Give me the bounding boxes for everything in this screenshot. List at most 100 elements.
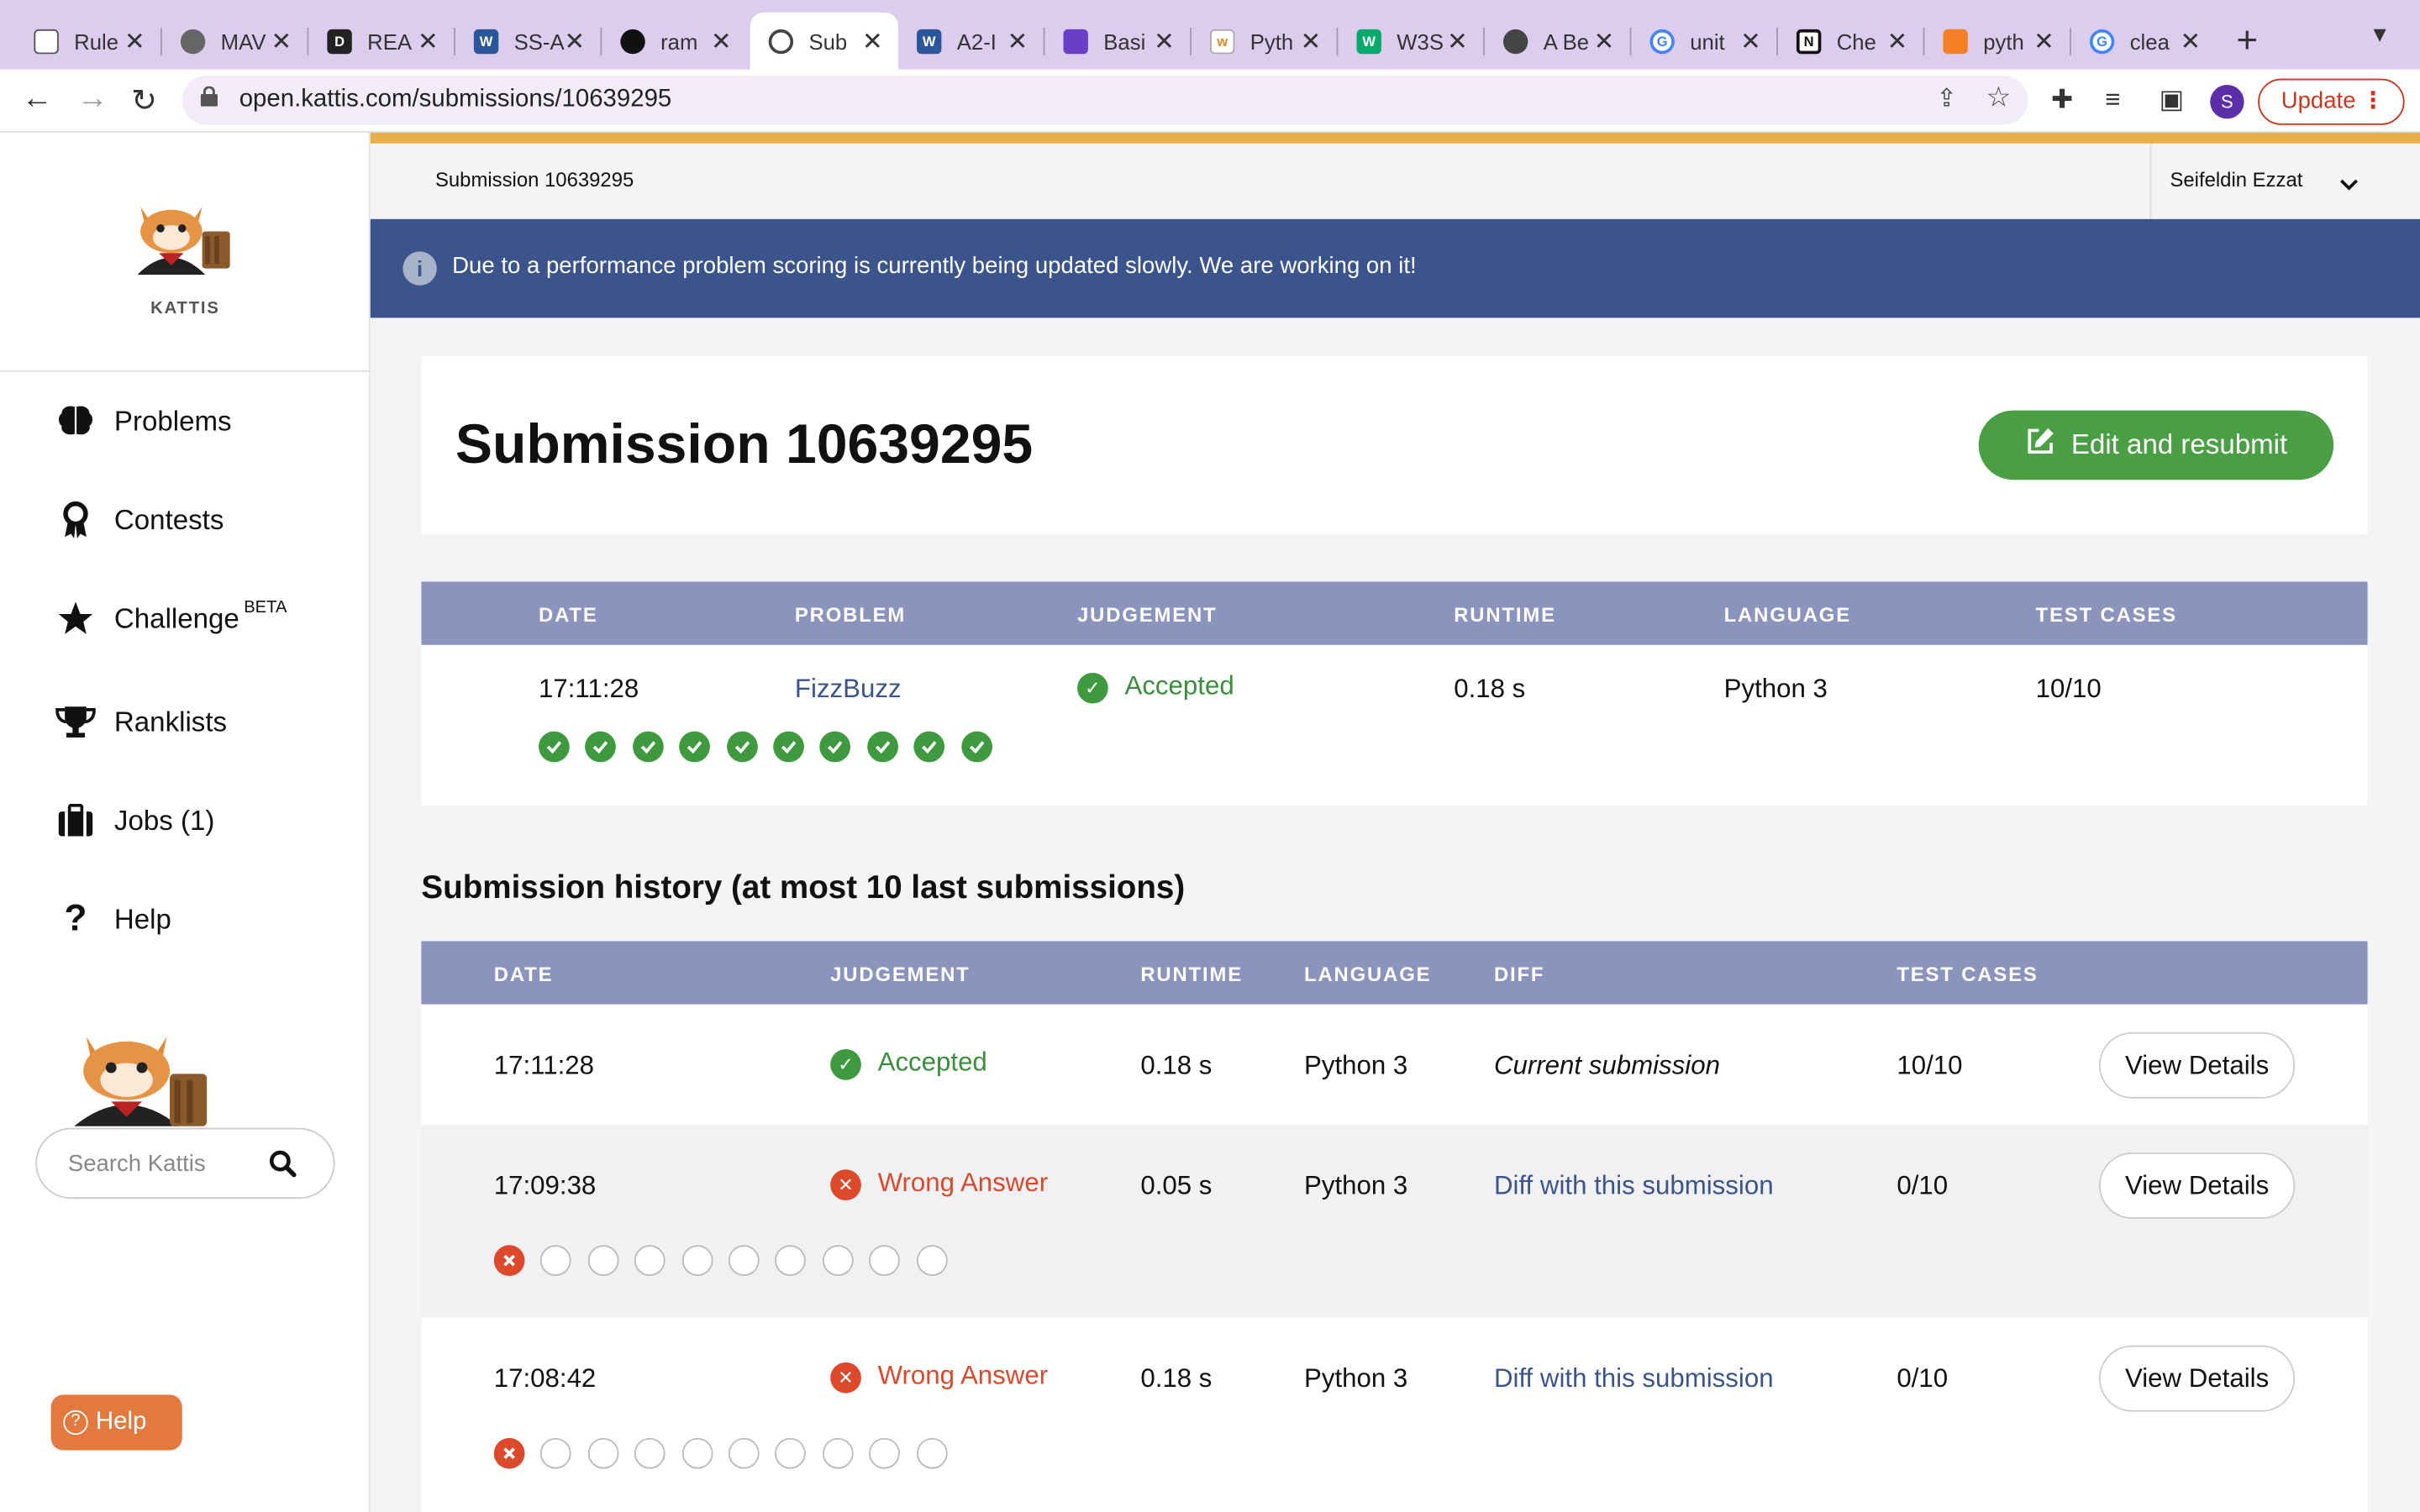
test-cases-count: 10/10 — [2035, 674, 2102, 704]
chevron-down-icon — [2339, 171, 2358, 199]
test-case-skipped-icon[interactable] — [634, 1245, 666, 1276]
nav-item-jobs[interactable]: Jobs (1) — [55, 798, 214, 844]
share-icon[interactable]: ⇪ — [1936, 83, 1957, 114]
search-input[interactable]: Search Kattis — [35, 1127, 335, 1200]
diff-link[interactable]: Diff with this submission — [1494, 1171, 1774, 1202]
test-case-fail-icon[interactable] — [493, 1437, 525, 1469]
browser-tab[interactable]: W SS-A ✕ — [455, 13, 601, 70]
address-bar[interactable]: open.kattis.com/submissions/10639295 ⇪ ☆ — [182, 76, 2028, 125]
browser-tab[interactable]: G clea ✕ — [2071, 13, 2217, 70]
test-case-skipped-icon[interactable] — [681, 1245, 713, 1276]
close-icon[interactable]: ✕ — [1740, 26, 1761, 57]
nav-item-ranklists[interactable]: Ranklists — [55, 699, 227, 745]
test-case-pass-icon[interactable] — [632, 731, 664, 763]
browser-tab[interactable]: D REA ✕ — [308, 13, 454, 70]
close-icon[interactable]: ✕ — [1447, 26, 1468, 57]
test-case-skipped-icon[interactable] — [587, 1245, 619, 1276]
lock-icon — [200, 86, 218, 107]
user-name: Seifeldin Ezzat — [2170, 168, 2303, 192]
bookmark-star-icon[interactable]: ☆ — [1986, 81, 2012, 114]
close-icon[interactable]: ✕ — [2181, 26, 2202, 57]
test-case-skipped-icon[interactable] — [587, 1437, 619, 1469]
close-icon[interactable]: ✕ — [1154, 26, 1175, 57]
close-icon[interactable]: ✕ — [271, 26, 292, 57]
test-case-fail-icon[interactable] — [493, 1245, 525, 1276]
browser-tab[interactable]: G unit ✕ — [1631, 13, 1776, 70]
test-case-skipped-icon[interactable] — [869, 1437, 901, 1469]
test-case-skipped-icon[interactable] — [540, 1437, 572, 1469]
browser-tab[interactable]: Rule ✕ — [15, 13, 160, 70]
tab-search-chevron-icon[interactable]: ▼ — [2369, 22, 2390, 46]
test-case-pass-icon[interactable] — [819, 731, 851, 763]
top-bar: Submission 10639295 Seifeldin Ezzat — [370, 132, 2420, 219]
close-icon[interactable]: ✕ — [2033, 26, 2054, 57]
test-case-pass-icon[interactable] — [773, 731, 804, 763]
test-case-pass-icon[interactable] — [913, 731, 945, 763]
back-arrow-icon[interactable]: ← — [22, 81, 53, 117]
view-details-button[interactable]: View Details — [2098, 1152, 2296, 1220]
close-icon[interactable]: ✕ — [124, 26, 145, 57]
close-icon[interactable]: ✕ — [1007, 26, 1028, 57]
close-icon[interactable]: ✕ — [1594, 26, 1615, 57]
view-details-button[interactable]: View Details — [2098, 1345, 2296, 1412]
view-details-button[interactable]: View Details — [2098, 1032, 2296, 1099]
close-icon[interactable]: ✕ — [418, 26, 439, 57]
test-case-pass-icon[interactable] — [539, 731, 570, 763]
edit-and-resubmit-button[interactable]: Edit and resubmit — [1978, 410, 2334, 480]
nav-item-help[interactable]: ? Help — [55, 896, 171, 942]
test-case-skipped-icon[interactable] — [869, 1245, 901, 1276]
extensions-puzzle-icon[interactable]: ✚ — [2051, 85, 2073, 116]
search-icon[interactable] — [269, 1149, 297, 1184]
browser-tab-active[interactable]: Sub ✕ — [750, 12, 898, 70]
history-table-header: DATE JUDGEMENT RUNTIME LANGUAGE DIFF TES… — [421, 941, 2368, 1005]
close-icon[interactable]: ✕ — [1301, 26, 1322, 57]
test-case-skipped-icon[interactable] — [540, 1245, 572, 1276]
browser-tab[interactable]: Basi ✕ — [1044, 13, 1190, 70]
browser-tab[interactable]: pyth ✕ — [1924, 13, 2070, 70]
test-case-skipped-icon[interactable] — [728, 1437, 760, 1469]
browser-tab[interactable]: W W3S ✕ — [1338, 13, 1483, 70]
side-panel-icon[interactable]: ▣ — [2160, 85, 2185, 116]
close-icon[interactable]: ✕ — [862, 26, 883, 57]
profile-avatar[interactable]: S — [2210, 85, 2244, 119]
test-case-skipped-icon[interactable] — [822, 1437, 854, 1469]
media-queue-icon[interactable]: ≡ — [2105, 85, 2120, 116]
browser-tab[interactable]: N Che ✕ — [1778, 13, 1923, 70]
update-button[interactable]: Update ⋮ — [2258, 78, 2405, 125]
test-case-pass-icon[interactable] — [866, 731, 898, 763]
forward-arrow-icon[interactable]: → — [77, 81, 108, 117]
new-tab-button[interactable]: + — [2236, 20, 2258, 63]
diff-link[interactable]: Diff with this submission — [1494, 1364, 1774, 1395]
browser-tab[interactable]: MAV ✕ — [162, 13, 308, 70]
reload-icon[interactable]: ↻ — [131, 81, 157, 120]
browser-tab[interactable]: w Pyth ✕ — [1192, 13, 1337, 70]
test-case-skipped-icon[interactable] — [728, 1245, 760, 1276]
test-case-skipped-icon[interactable] — [634, 1437, 666, 1469]
help-button[interactable]: ? Help — [50, 1394, 182, 1451]
close-icon[interactable]: ✕ — [1887, 26, 1908, 57]
close-icon[interactable]: ✕ — [711, 26, 732, 57]
problem-link[interactable]: FizzBuzz — [795, 675, 902, 706]
test-case-pass-icon[interactable] — [585, 731, 617, 763]
nav-item-problems[interactable]: Problems — [55, 398, 232, 444]
kattis-icon — [768, 28, 794, 54]
more-menu-icon[interactable]: ⋮ — [2361, 81, 2385, 123]
test-case-skipped-icon[interactable] — [916, 1245, 947, 1276]
browser-tab[interactable]: A Be ✕ — [1485, 13, 1630, 70]
test-case-skipped-icon[interactable] — [775, 1245, 807, 1276]
test-case-pass-icon[interactable] — [960, 731, 992, 763]
test-case-pass-icon[interactable] — [679, 731, 711, 763]
test-case-skipped-icon[interactable] — [916, 1437, 947, 1469]
test-case-pass-icon[interactable] — [726, 731, 758, 763]
nav-item-challenge[interactable]: Challenge — [55, 596, 239, 642]
browser-tab[interactable]: ram ✕ — [602, 13, 747, 70]
test-case-skipped-icon[interactable] — [822, 1245, 854, 1276]
test-case-skipped-icon[interactable] — [775, 1437, 807, 1469]
close-icon[interactable]: ✕ — [564, 26, 585, 57]
browser-tab[interactable]: W A2-I ✕ — [898, 13, 1044, 70]
nav-item-contests[interactable]: Contests — [55, 496, 224, 543]
table-header: DATE PROBLEM JUDGEMENT RUNTIME LANGUAGE … — [421, 581, 2368, 645]
kattis-logo[interactable] — [131, 197, 239, 275]
test-case-skipped-icon[interactable] — [681, 1437, 713, 1469]
user-menu[interactable]: Seifeldin Ezzat — [2149, 143, 2420, 219]
